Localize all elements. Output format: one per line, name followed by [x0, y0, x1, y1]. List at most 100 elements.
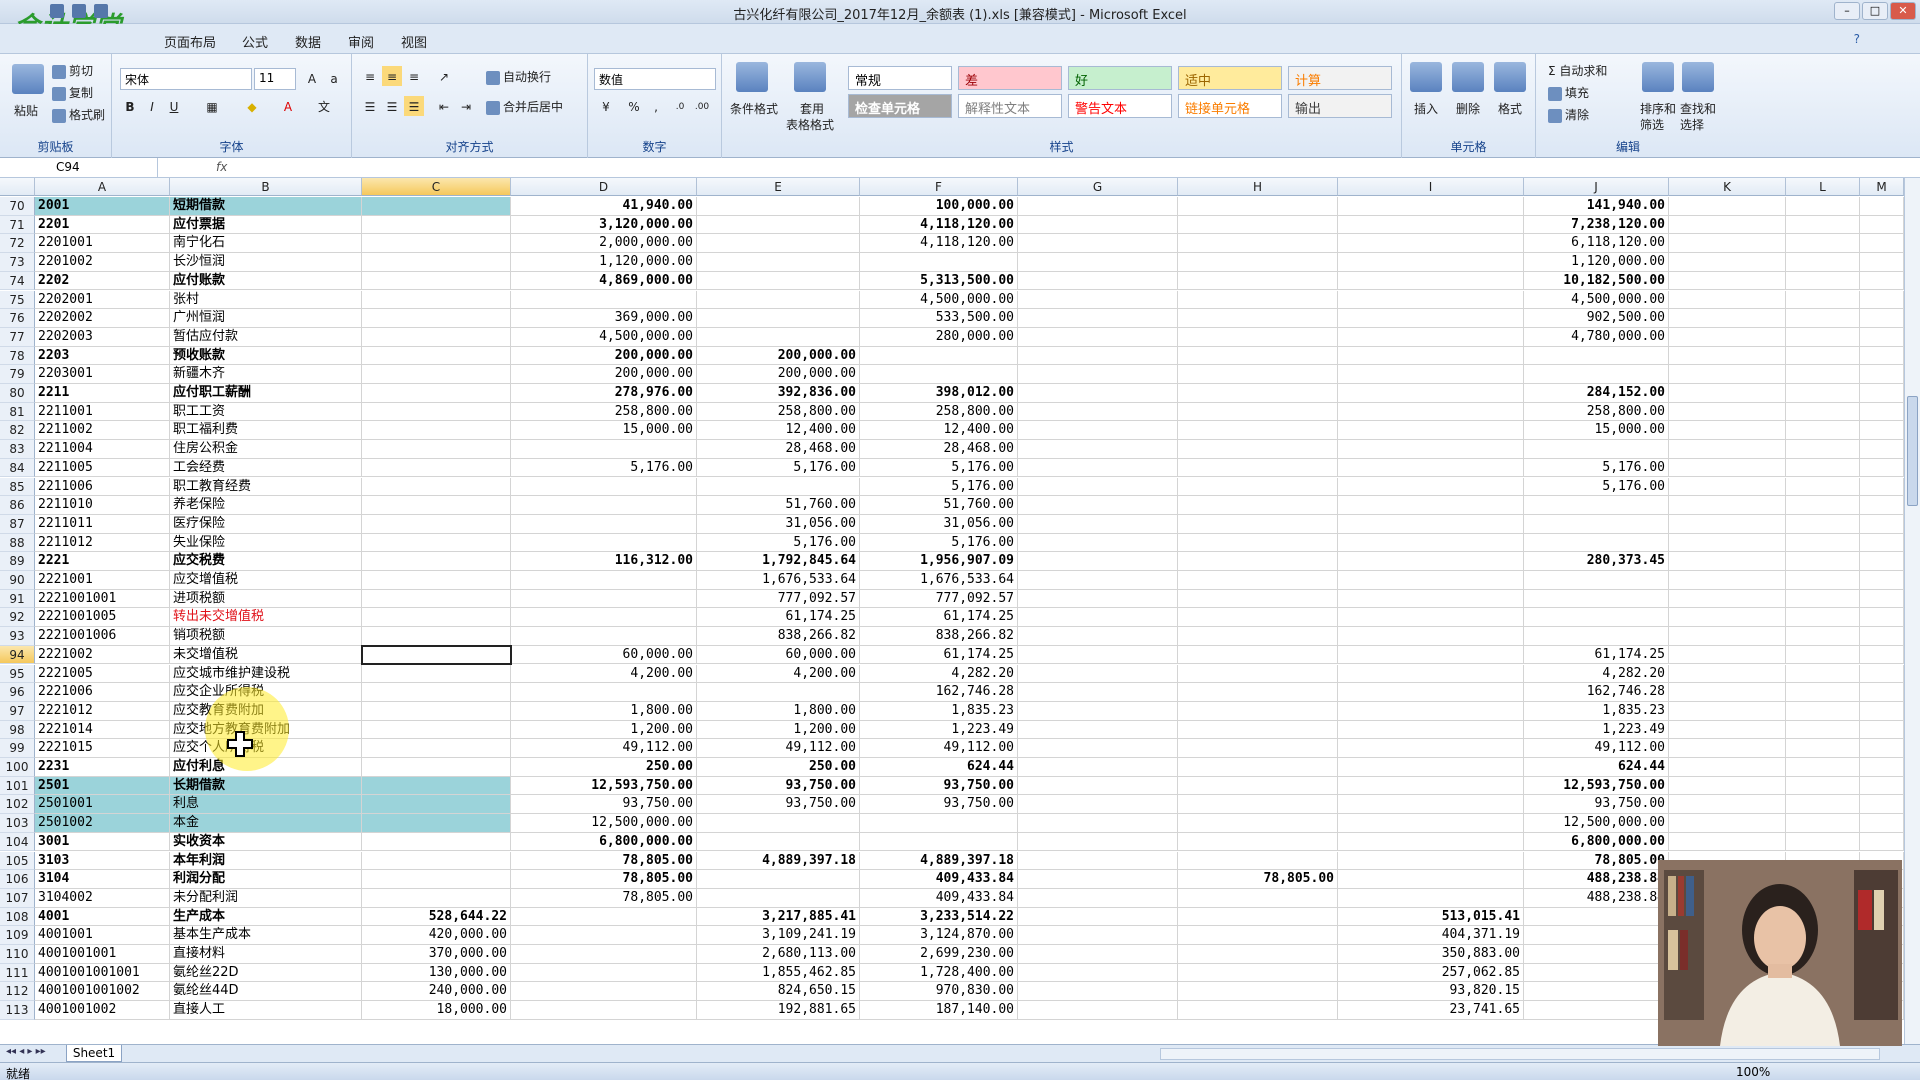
cell-f[interactable]: 3,233,514.22 [860, 907, 1018, 927]
cell-e[interactable]: 3,217,885.41 [697, 907, 860, 927]
cell-i[interactable] [1338, 552, 1524, 571]
cell-c[interactable] [362, 776, 511, 796]
cell-a[interactable]: 2221001006 [35, 627, 170, 646]
cell-e[interactable]: 5,176.00 [697, 533, 860, 553]
cell-empty[interactable] [1860, 701, 1904, 721]
cell-a[interactable]: 4001 [35, 907, 170, 927]
cell-e[interactable]: 12,400.00 [697, 421, 860, 441]
column-header-f[interactable]: F [860, 178, 1018, 196]
cell-c[interactable] [362, 589, 511, 609]
row-header[interactable]: 82 [0, 421, 35, 441]
cell-h[interactable] [1178, 739, 1338, 758]
cell-a[interactable]: 2211010 [35, 496, 170, 515]
cell-b[interactable]: 直接人工 [170, 1001, 362, 1020]
cell-empty[interactable] [1786, 197, 1860, 216]
cut-button[interactable]: 剪切 [52, 62, 93, 79]
cell-a[interactable]: 3104 [35, 870, 170, 889]
cell-c[interactable] [362, 645, 511, 665]
cell-a[interactable]: 2231 [35, 758, 170, 777]
column-header-i[interactable]: I [1338, 178, 1524, 196]
cell-b[interactable]: 基本生产成本 [170, 926, 362, 945]
cell-h[interactable] [1178, 477, 1338, 497]
cell-g[interactable] [1018, 384, 1178, 403]
column-header-m[interactable]: M [1860, 178, 1904, 196]
cell-g[interactable] [1018, 458, 1178, 478]
cell-g[interactable] [1018, 421, 1178, 441]
cell-empty[interactable] [1669, 440, 1786, 459]
cell-g[interactable] [1018, 365, 1178, 384]
cell-a[interactable]: 2001 [35, 197, 170, 216]
cell-b[interactable]: 实收资本 [170, 832, 362, 852]
cell-i[interactable]: 23,741.65 [1338, 1001, 1524, 1020]
border-icon[interactable]: ▦ [202, 96, 222, 116]
cell-g[interactable] [1018, 514, 1178, 534]
cell-g[interactable] [1018, 832, 1178, 852]
row-header[interactable]: 105 [0, 851, 35, 871]
cell-d[interactable] [511, 290, 697, 310]
row-header[interactable]: 113 [0, 1001, 35, 1020]
row-header[interactable]: 76 [0, 309, 35, 328]
cell-empty[interactable] [1786, 477, 1860, 497]
cell-g[interactable] [1018, 720, 1178, 740]
cell-d[interactable]: 78,805.00 [511, 870, 697, 889]
cell-h[interactable] [1178, 814, 1338, 833]
cell-empty[interactable] [1669, 421, 1786, 441]
cell-g[interactable] [1018, 571, 1178, 590]
cell-h[interactable] [1178, 851, 1338, 871]
cell-d[interactable] [511, 907, 697, 927]
cell-empty[interactable] [1786, 533, 1860, 553]
cell-h[interactable] [1178, 589, 1338, 609]
cell-h[interactable] [1178, 982, 1338, 1002]
cell-f[interactable]: 5,176.00 [860, 533, 1018, 553]
cell-c[interactable] [362, 814, 511, 833]
cell-empty[interactable] [1860, 664, 1904, 684]
cell-j[interactable] [1524, 982, 1669, 1002]
cell-j[interactable] [1524, 365, 1669, 384]
font-name-select[interactable]: 宋体 [120, 68, 252, 90]
cell-g[interactable] [1018, 851, 1178, 871]
cell-i[interactable] [1338, 739, 1524, 758]
cell-a[interactable]: 2202 [35, 271, 170, 291]
row-header[interactable]: 87 [0, 514, 35, 534]
cell-a[interactable]: 2221015 [35, 739, 170, 758]
cell-empty[interactable] [1669, 271, 1786, 291]
cell-e[interactable] [697, 327, 860, 347]
cell-i[interactable] [1338, 832, 1524, 852]
cell-a[interactable]: 4001001002 [35, 1001, 170, 1020]
cell-j[interactable]: 488,238.84 [1524, 888, 1669, 908]
cell-b[interactable]: 销项税额 [170, 627, 362, 646]
cell-e[interactable]: 258,800.00 [697, 402, 860, 422]
cell-e[interactable] [697, 888, 860, 908]
cell-h[interactable] [1178, 402, 1338, 422]
cell-j[interactable] [1524, 963, 1669, 983]
cell-e[interactable] [697, 309, 860, 328]
cell-empty[interactable] [1669, 458, 1786, 478]
cell-g[interactable] [1018, 309, 1178, 328]
cell-j[interactable]: 284,152.00 [1524, 384, 1669, 403]
cell-j[interactable]: 6,800,000.00 [1524, 832, 1669, 852]
cell-c[interactable] [362, 758, 511, 777]
paste-button[interactable]: 粘贴 [14, 102, 38, 119]
align-center-icon[interactable]: ☰ [382, 96, 402, 116]
cell-empty[interactable] [1860, 458, 1904, 478]
cell-a[interactable]: 2202003 [35, 327, 170, 347]
align-left-icon[interactable]: ☰ [360, 96, 380, 116]
cell-a[interactable]: 2201 [35, 215, 170, 235]
cell-b[interactable]: 长期借款 [170, 776, 362, 796]
align-middle-icon[interactable]: ≡ [382, 66, 402, 86]
cell-g[interactable] [1018, 477, 1178, 497]
cell-f[interactable]: 61,174.25 [860, 645, 1018, 665]
cell-a[interactable]: 2211002 [35, 421, 170, 441]
cell-c[interactable] [362, 440, 511, 459]
cell-d[interactable] [511, 496, 697, 515]
cell-f[interactable]: 5,313,500.00 [860, 271, 1018, 291]
cell-j[interactable] [1524, 1001, 1669, 1020]
format-button[interactable]: 格式 [1498, 100, 1522, 117]
cell-g[interactable] [1018, 346, 1178, 366]
cell-j[interactable]: 5,176.00 [1524, 477, 1669, 497]
cell-b[interactable]: 广州恒润 [170, 309, 362, 328]
cell-i[interactable] [1338, 589, 1524, 609]
row-header[interactable]: 90 [0, 571, 35, 590]
cell-f[interactable] [860, 832, 1018, 852]
cell-d[interactable]: 3,120,000.00 [511, 215, 697, 235]
